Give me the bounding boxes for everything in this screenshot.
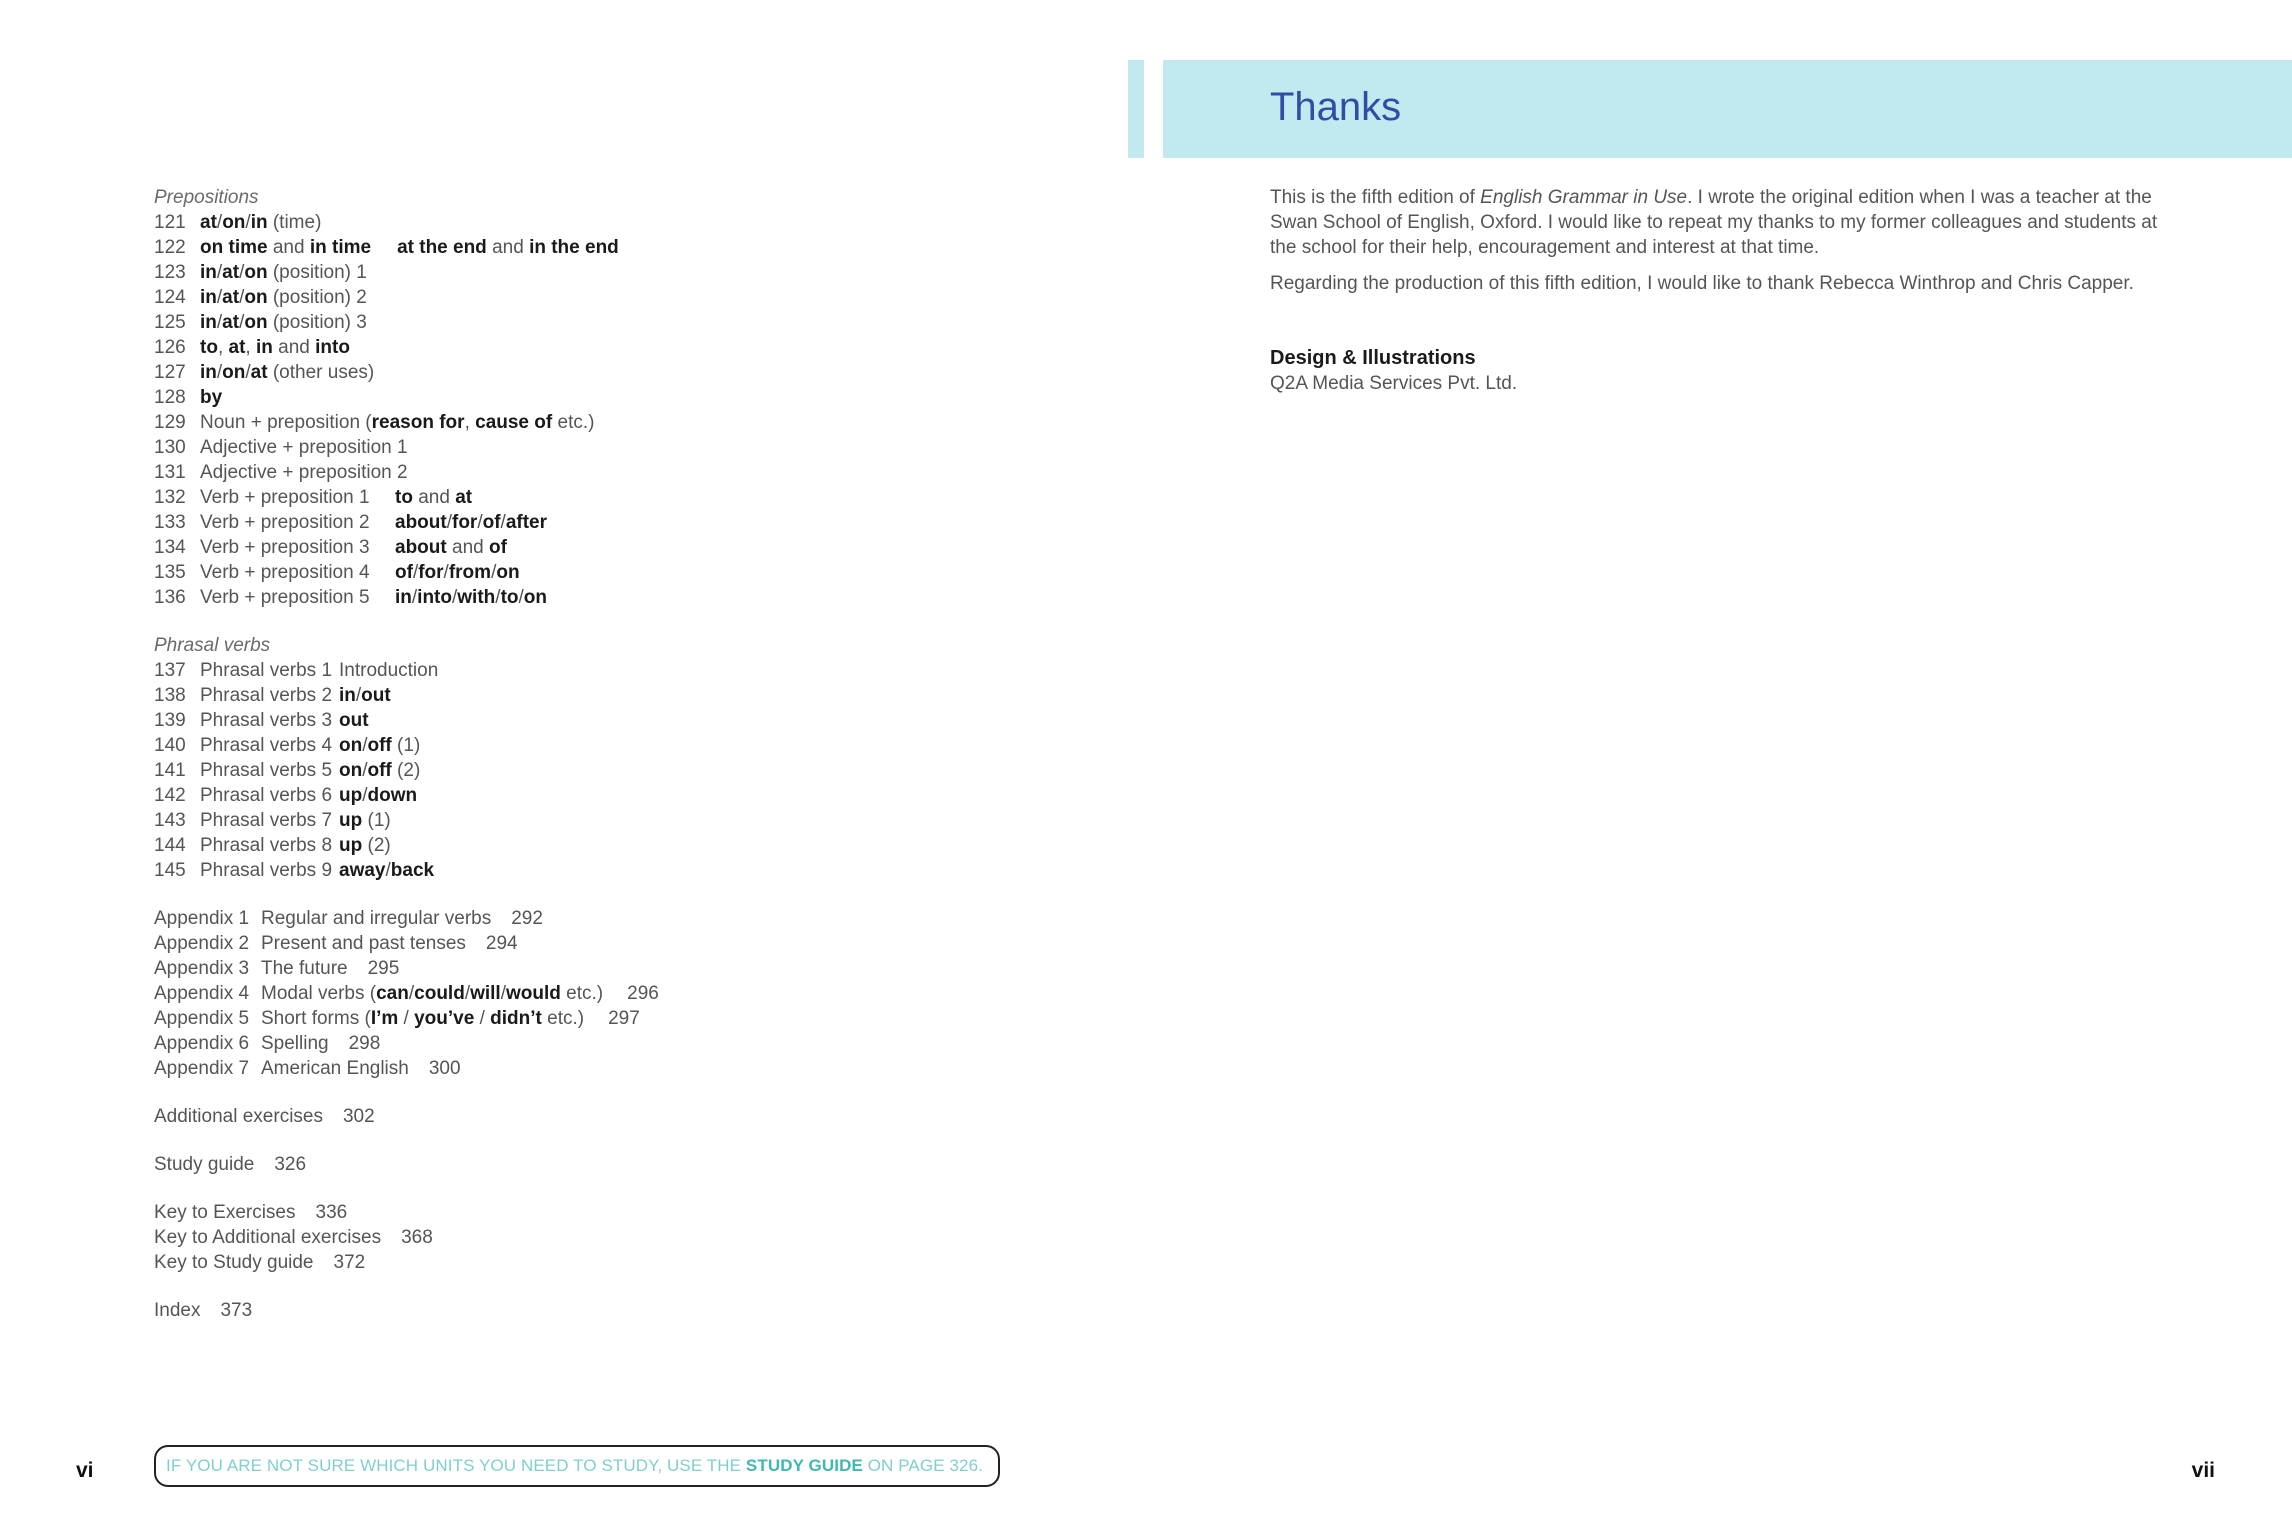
appendix-row: Appendix 5 Short forms (I’m / you’ve / di… [154, 1008, 640, 1029]
toc-row: 138 Phrasal verbs 2 in/out [154, 685, 391, 706]
appendix-row: Appendix 2 Present and past tenses 294 [154, 933, 518, 954]
toc-row: 133 Verb + preposition 2 about/for/of/afte… [154, 512, 548, 533]
header-band-accent [1128, 60, 1144, 158]
toc-row: 136 Verb + preposition 5 in/into/with/to/o… [154, 587, 547, 608]
toc-row: 145 Phrasal verbs 9 away/back [154, 860, 435, 881]
additional-exercises-row: Additional exercises 302 [154, 1106, 375, 1127]
notice-text-end: ON PAGE 326. [862, 1456, 983, 1475]
toc-row: 140 Phrasal verbs 4 on/off (1) [154, 735, 421, 756]
toc-row: 134 Verb + preposition 3 about and of [154, 537, 507, 558]
contents-list: Prepositions 121 at/on/in (time) 122 on ti… [154, 185, 1054, 1323]
toc-row: 121 at/on/in (time) [154, 212, 322, 233]
toc-row: 137 Phrasal verbs 1 Introduction [154, 660, 439, 681]
toc-row: 124 in/at/on (position) 2 [154, 287, 367, 308]
toc-row: 130 Adjective + preposition 1 [154, 437, 408, 458]
notice-strong: STUDY GUIDE [745, 1456, 863, 1475]
appendix-row: Appendix 7 American English 300 [154, 1058, 461, 1079]
toc-row: 127 in/on/at (other uses) [154, 362, 375, 383]
study-guide-notice: IF YOU ARE NOT SURE WHICH UNITS YOU NEED… [154, 1445, 1000, 1487]
toc-row: 141 Phrasal verbs 5 on/off (2) [154, 760, 421, 781]
notice-text: IF YOU ARE NOT SURE WHICH UNITS YOU NEED… [166, 1456, 746, 1475]
appendix-row: Appendix 6 Spelling 298 [154, 1033, 381, 1054]
toc-row: 123 in/at/on (position) 1 [154, 262, 367, 283]
key-row: Key to Exercises 336 [154, 1202, 348, 1223]
toc-row: 126 to, at, in and into [154, 337, 350, 358]
credit-heading: Design & Illustrations [1270, 347, 1476, 369]
section-heading-prepositions: Prepositions [154, 187, 259, 208]
page-number-right: vii [2191, 1459, 2215, 1482]
credit-body: Q2A Media Services Pvt. Ltd. [1270, 373, 1518, 394]
toc-row: 129 Noun + preposition (reason for, cause… [154, 412, 595, 433]
toc-row: 122 on time and in time at the end and in … [154, 237, 619, 258]
appendix-row: Appendix 3 The future 295 [154, 958, 400, 979]
appendix-row: Appendix 1 Regular and irregular verbs 292 [154, 908, 543, 929]
page-number-left: vi [76, 1459, 94, 1482]
toc-row: 132 Verb + preposition 1 to and at [154, 487, 473, 508]
key-row: Key to Study guide 372 [154, 1252, 366, 1273]
toc-row: 135 Verb + preposition 4 of/for/from/on [154, 562, 520, 583]
study-guide-row: Study guide 326 [154, 1154, 307, 1175]
thanks-paragraph-2: Regarding the production of this fifth e… [1270, 273, 2134, 294]
page-title: Thanks [1270, 85, 1402, 129]
toc-row: 139 Phrasal verbs 3 out [154, 710, 369, 731]
toc-row: 144 Phrasal verbs 8 up (2) [154, 835, 391, 856]
section-heading-phrasal-verbs: Phrasal verbs [154, 635, 271, 656]
key-row: Key to Additional exercises 368 [154, 1227, 433, 1248]
toc-row: 142 Phrasal verbs 6 up/down [154, 785, 418, 806]
toc-row: 125 in/at/on (position) 3 [154, 312, 367, 333]
appendix-row: Appendix 4 Modal verbs (can/could/will/wo… [154, 983, 659, 1004]
toc-row: 131 Adjective + preposition 2 [154, 462, 408, 483]
toc-row: 143 Phrasal verbs 7 up (1) [154, 810, 391, 831]
thanks-paragraph-1: This is the fifth edition of English Gra… [1270, 187, 2158, 258]
index-row: Index 373 [154, 1300, 253, 1321]
toc-row: 128 by [154, 387, 223, 408]
thanks-body: This is the fifth edition of English Gra… [1270, 185, 2170, 307]
